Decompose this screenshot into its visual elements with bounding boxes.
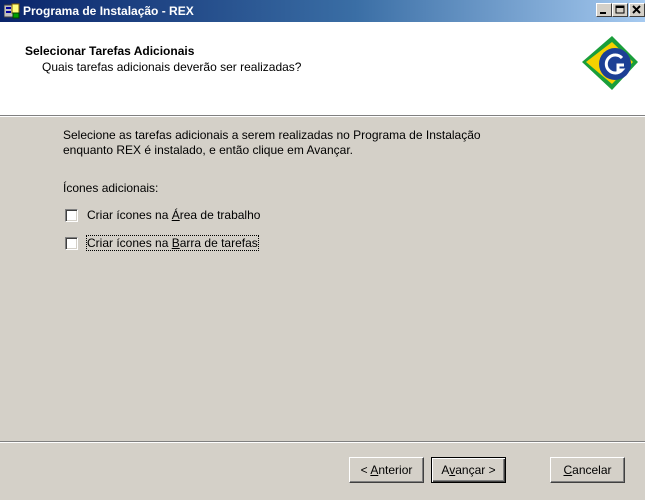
maximize-icon xyxy=(615,5,625,14)
task-description: Selecione as tarefas adicionais a serem … xyxy=(63,128,603,158)
taskbar-icons-label[interactable]: Criar ícones na Barra de tarefas xyxy=(86,235,259,251)
next-button[interactable]: Avançar > xyxy=(431,457,506,483)
desktop-icons-checkbox[interactable] xyxy=(65,209,78,222)
back-button[interactable]: < Anterior xyxy=(349,457,424,483)
maximize-button[interactable] xyxy=(612,3,628,17)
close-icon xyxy=(632,5,641,14)
desktop-icons-label[interactable]: Criar ícones na Área de trabalho xyxy=(87,208,260,222)
installer-window: Programa de Instalação - REX Selecionar … xyxy=(0,0,645,500)
additional-icons-label: Ícones adicionais: xyxy=(63,181,159,195)
footer-divider xyxy=(0,441,645,443)
description-line: enquanto REX é instalado, e então clique… xyxy=(63,143,353,157)
title-bar[interactable]: Programa de Instalação - REX xyxy=(0,0,645,22)
brazil-government-logo-icon xyxy=(582,36,638,90)
header-divider xyxy=(0,115,645,117)
description-line: Selecione as tarefas adicionais a serem … xyxy=(63,128,481,142)
minimize-icon xyxy=(600,12,606,14)
page-subtitle: Quais tarefas adicionais deverão ser rea… xyxy=(42,60,302,74)
taskbar-icons-checkbox[interactable] xyxy=(65,237,78,250)
window-title: Programa de Instalação - REX xyxy=(23,4,194,18)
wizard-header: Selecionar Tarefas Adicionais Quais tare… xyxy=(0,22,645,115)
minimize-button[interactable] xyxy=(596,3,612,17)
cancel-button[interactable]: Cancelar xyxy=(550,457,625,483)
page-title: Selecionar Tarefas Adicionais xyxy=(25,44,195,58)
close-button[interactable] xyxy=(629,3,645,17)
installer-app-icon xyxy=(4,3,20,19)
